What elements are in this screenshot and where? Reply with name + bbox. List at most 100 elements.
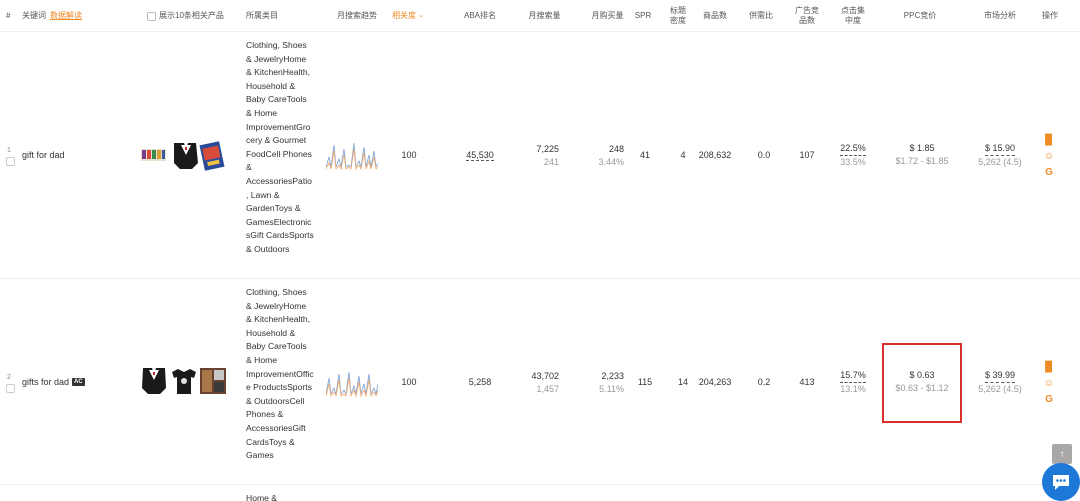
products-value: 208,632 <box>698 150 732 160</box>
market-cell: $ 15.90 5,262 (4.5) <box>968 141 1032 169</box>
click-concentration-value: 15.7% <box>840 369 866 383</box>
keyword-cell[interactable]: gifts for dad AC <box>22 376 85 388</box>
row-index: 1 <box>7 147 11 154</box>
product-image[interactable] <box>200 368 226 394</box>
smiley-icon[interactable]: ☺ <box>1044 378 1054 390</box>
header-market: 市场分析 <box>984 11 1016 20</box>
monthly-trend-sparkline[interactable] <box>326 364 378 400</box>
google-icon[interactable]: G <box>1045 394 1053 406</box>
header-index: # <box>6 11 11 20</box>
monthly-search-value: 43,702 <box>531 371 559 381</box>
product-image[interactable] <box>174 143 198 169</box>
product-image[interactable] <box>199 141 225 171</box>
product-thumbnails <box>140 137 228 173</box>
spr-value: 115 <box>637 377 653 387</box>
market-price[interactable]: $ 15.90 <box>984 142 1016 156</box>
supply-demand-value: 0.2 <box>757 377 771 387</box>
monthly-search-value: 7,225 <box>536 144 559 154</box>
monthly-purchase-rate: 5.11% <box>599 384 624 394</box>
header-keyword: 关键词 数据解读 <box>22 0 82 32</box>
title-density-value: 14 <box>677 377 688 387</box>
monthly-search-sub: 1,457 <box>536 384 559 394</box>
bar-chart-icon[interactable]: ▉ <box>1045 362 1053 374</box>
click-concentration-sub: 13.1% <box>840 383 866 394</box>
product-image[interactable] <box>142 368 166 394</box>
table-row: Home & <box>0 486 1080 501</box>
google-icon[interactable]: G <box>1045 167 1053 179</box>
show-products-label: 展示10条相关产品 <box>159 11 224 20</box>
ppc-cell: $ 1.85 $1.72 - $1.85 <box>884 141 960 169</box>
market-rating: 5,262 (4.5) <box>978 156 1022 167</box>
show-products-checkbox[interactable] <box>147 11 156 21</box>
header-aba-rank[interactable]: ABA排名 <box>455 0 505 32</box>
smiley-icon[interactable]: ☺ <box>1044 151 1054 163</box>
header-monthly-purchase[interactable]: 月购买量 <box>585 0 630 32</box>
row-actions: ▉ ☺ G <box>1041 133 1057 181</box>
bar-chart-icon[interactable]: ▉ <box>1045 135 1053 147</box>
relevance-value: 100 <box>401 377 417 387</box>
header-title-density[interactable]: 标题密度 <box>668 0 688 32</box>
click-concentration-cell: 15.7% 13.1% <box>836 368 870 396</box>
ac-badge: AC <box>72 378 85 386</box>
ppc-range: $1.72 - $1.85 <box>895 156 949 166</box>
header-spr[interactable]: SPR <box>632 0 654 32</box>
market-price[interactable]: $ 39.99 <box>984 369 1016 383</box>
header-click-concentration[interactable]: 点击集中度 <box>838 0 868 32</box>
aba-rank-value: 5,258 <box>468 377 492 387</box>
category-list: Home & <box>246 493 278 501</box>
product-image[interactable] <box>141 149 166 161</box>
monthly-search-sub: 241 <box>543 157 559 167</box>
ad-products-value: 107 <box>799 150 815 160</box>
category-list: Clothing, Shoes & JewelryHome & KitchenH… <box>246 287 314 461</box>
header-action: 操作 <box>1042 11 1058 20</box>
supply-demand-value: 0.0 <box>757 150 771 160</box>
arrow-up-icon: ↑ <box>1059 448 1065 460</box>
monthly-purchase-rate: 3.44% <box>598 157 624 167</box>
scroll-to-top-button[interactable]: ↑ <box>1052 444 1072 464</box>
relevance-value: 100 <box>401 150 417 160</box>
header-products[interactable]: 商品数 <box>697 0 733 32</box>
click-concentration-cell: 22.5% 33.5% <box>836 141 870 169</box>
header-category: 所属类目 <box>246 11 278 20</box>
spr-value: 41 <box>639 150 650 160</box>
products-value: 204,263 <box>698 377 732 387</box>
sort-desc-icon: ⌄ <box>418 12 424 19</box>
monthly-purchase-value: 248 <box>608 144 624 154</box>
chat-button[interactable] <box>1042 463 1080 501</box>
row-checkbox[interactable] <box>6 384 15 393</box>
ppc-value: $ 1.85 <box>909 143 935 153</box>
title-density-value: 4 <box>680 150 686 160</box>
header-relevance[interactable]: 相关度 ⌄ <box>388 0 428 32</box>
monthly-purchase-cell: 2,233 5.11% <box>584 368 624 396</box>
market-cell: $ 39.99 5,262 (4.5) <box>968 368 1032 396</box>
category-list: Clothing, Shoes & JewelryHome & KitchenH… <box>246 40 314 254</box>
keyword-text: gifts for dad <box>22 377 70 387</box>
row-index: 2 <box>7 374 11 381</box>
header-relevance-label: 相关度 <box>392 11 417 20</box>
header-trend: 月搜索趋势 <box>337 11 377 20</box>
table-header: # 关键词 数据解读 展示10条相关产品 所属类目 月搜索趋势 相关度 ⌄ AB… <box>0 0 1080 32</box>
monthly-trend-sparkline[interactable] <box>326 137 378 173</box>
product-image[interactable] <box>172 369 196 394</box>
data-interpretation-link[interactable]: 数据解读 <box>50 11 82 21</box>
header-ppc[interactable]: PPC竞价 <box>895 0 945 32</box>
monthly-purchase-value: 2,233 <box>601 371 624 381</box>
header-monthly-search[interactable]: 月搜索量 <box>522 0 567 32</box>
product-thumbnails <box>140 364 228 398</box>
header-ad-products[interactable]: 广告竞品数 <box>792 0 822 32</box>
keyword-cell[interactable]: gift for dad <box>22 149 65 161</box>
monthly-purchase-cell: 248 3.44% <box>584 141 624 169</box>
ad-products-value: 413 <box>799 377 815 387</box>
show-products-toggle[interactable]: 展示10条相关产品 <box>147 0 237 32</box>
row-checkbox[interactable] <box>6 157 15 166</box>
aba-rank-link[interactable]: 45,530 <box>466 150 494 161</box>
table-row: 1 gift for dad Clothing, Shoes & Jewelry… <box>0 33 1080 279</box>
ppc-highlight-box <box>882 343 962 423</box>
header-supply-demand[interactable]: 供需比 <box>746 0 776 32</box>
header-keyword-label: 关键词 <box>22 11 46 20</box>
monthly-search-cell: 7,225 241 <box>520 141 559 169</box>
click-concentration-sub: 33.5% <box>840 156 866 167</box>
chat-bubble-icon <box>1053 475 1069 490</box>
aba-rank-value[interactable]: 45,530 <box>460 148 500 162</box>
keyword-text: gift for dad <box>22 150 65 160</box>
